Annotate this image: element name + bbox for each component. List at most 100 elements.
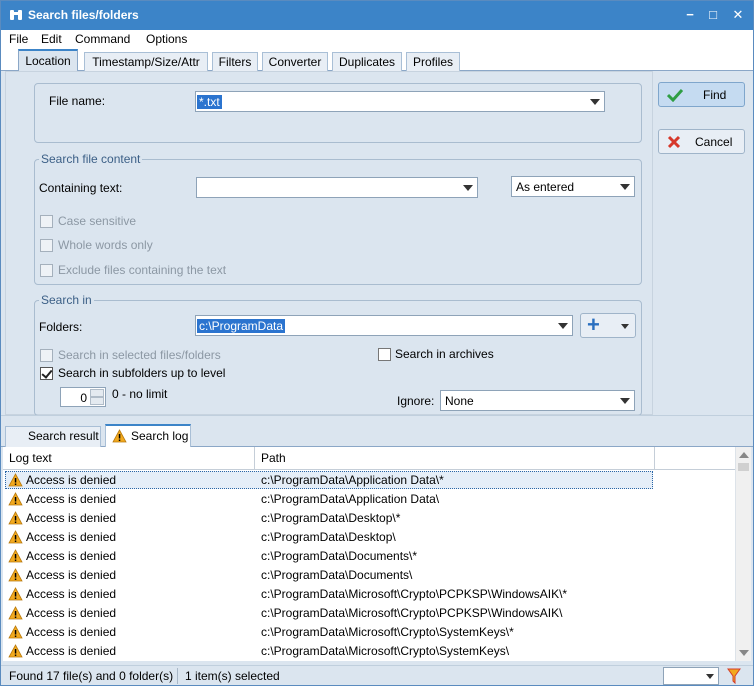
log-text-cell: Access is denied: [26, 511, 117, 525]
status-bar: Found 17 file(s) and 0 folder(s) 1 item(…: [1, 665, 753, 685]
warning-icon: [8, 530, 23, 544]
vertical-scrollbar[interactable]: [735, 447, 751, 661]
table-row[interactable]: Access is denied c:\ProgramData\Documents…: [3, 547, 735, 566]
warning-icon: [112, 429, 127, 443]
chevron-down-icon[interactable]: [558, 323, 568, 329]
tab-timestamp[interactable]: Timestamp/Size/Attr: [84, 52, 208, 72]
folders-label: Folders:: [39, 320, 83, 334]
ignore-select[interactable]: None: [440, 390, 635, 411]
case-sensitive-checkbox[interactable]: [40, 215, 53, 228]
tab-search-log[interactable]: Search log: [105, 424, 191, 447]
containing-text-combo[interactable]: [196, 177, 478, 198]
menu-file[interactable]: File: [9, 32, 28, 46]
location-panel: File name: *.txt Search file content Con…: [5, 71, 653, 416]
table-row[interactable]: Access is denied c:\ProgramData\Microsoft…: [3, 642, 735, 661]
table-row[interactable]: Access is denied c:\ProgramData\Microsoft…: [3, 585, 735, 604]
cancel-button[interactable]: Cancel: [658, 129, 745, 154]
file-name-combo[interactable]: *.txt: [195, 91, 605, 112]
level-hint: 0 - no limit: [112, 387, 168, 401]
tab-filters[interactable]: Filters: [212, 52, 258, 72]
path-cell: c:\ProgramData\Microsoft\Crypto\SystemKe…: [261, 625, 514, 639]
table-row[interactable]: Access is denied c:\ProgramData\Microsoft…: [3, 604, 735, 623]
level-spinner[interactable]: 0: [60, 387, 106, 407]
tab-converter[interactable]: Converter: [262, 52, 328, 72]
tab-search-log-label: Search log: [131, 429, 189, 443]
menu-options[interactable]: Options: [146, 32, 187, 46]
search-log-table: Log text Path Access is denied c:\Program…: [3, 447, 735, 661]
warning-icon: [8, 625, 23, 639]
scroll-down-icon[interactable]: [739, 650, 749, 657]
chevron-down-icon[interactable]: [620, 184, 630, 190]
search-in-group: Search in Folders: c:\ProgramData + Sear…: [34, 293, 642, 416]
table-row[interactable]: Access is denied c:\ProgramData\Desktop\: [3, 528, 735, 547]
spin-up-button[interactable]: [90, 389, 104, 397]
table-header: Log text Path: [3, 447, 735, 470]
title-bar: Search files/folders − □ ✕: [1, 1, 753, 30]
match-mode-value: As entered: [516, 180, 575, 194]
log-text-cell: Access is denied: [26, 568, 117, 582]
scroll-thumb[interactable]: [738, 463, 749, 471]
level-value: 0: [80, 391, 87, 405]
filter-select[interactable]: [663, 667, 719, 685]
close-button[interactable]: ✕: [727, 5, 749, 25]
log-text-cell: Access is denied: [26, 473, 117, 487]
containing-text-label: Containing text:: [39, 181, 123, 195]
whole-words-checkbox[interactable]: [40, 239, 53, 252]
warning-icon: [8, 511, 23, 525]
table-row[interactable]: Access is denied c:\ProgramData\Documents…: [3, 566, 735, 585]
find-button[interactable]: Find: [658, 82, 745, 107]
path-cell: c:\ProgramData\Microsoft\Crypto\PCPKSP\W…: [261, 587, 568, 601]
log-text-cell: Access is denied: [26, 530, 117, 544]
minimize-button[interactable]: −: [679, 5, 701, 25]
case-sensitive-label: Case sensitive: [58, 214, 137, 228]
subfolders-checkbox[interactable]: [40, 367, 53, 380]
log-text-cell: Access is denied: [26, 587, 117, 601]
menu-edit[interactable]: Edit: [41, 32, 62, 46]
archives-checkbox[interactable]: [378, 348, 391, 361]
spin-down-button[interactable]: [90, 397, 104, 405]
warning-icon: [8, 492, 23, 506]
chevron-down-icon[interactable]: [463, 185, 473, 191]
checkmark-icon: [667, 88, 683, 102]
menu-command[interactable]: Command: [75, 32, 130, 46]
cancel-label: Cancel: [695, 135, 733, 149]
column-log-text[interactable]: Log text: [3, 447, 255, 470]
table-row[interactable]: Access is denied c:\ProgramData\Applicati…: [3, 490, 735, 509]
tab-profiles[interactable]: Profiles: [406, 52, 460, 72]
log-text-cell: Access is denied: [26, 606, 117, 620]
table-row[interactable]: Access is denied c:\ProgramData\Microsoft…: [3, 623, 735, 642]
path-cell: c:\ProgramData\Documents\: [261, 568, 413, 582]
maximize-button[interactable]: □: [702, 5, 724, 25]
folders-value: c:\ProgramData: [197, 319, 286, 333]
archives-label: Search in archives: [395, 347, 494, 361]
exclude-text-label: Exclude files containing the text: [58, 263, 227, 277]
binoculars-icon: [10, 10, 22, 20]
chevron-down-icon[interactable]: [706, 674, 714, 679]
exclude-text-checkbox[interactable]: [40, 264, 53, 277]
scroll-up-icon[interactable]: [739, 451, 749, 458]
warning-icon: [8, 587, 23, 601]
column-path[interactable]: Path: [255, 447, 655, 470]
chevron-down-icon[interactable]: [590, 99, 600, 105]
content-group: Search file content Containing text: As …: [34, 152, 642, 285]
table-row[interactable]: Access is denied c:\ProgramData\Desktop\*: [3, 509, 735, 528]
status-found: Found 17 file(s) and 0 folder(s): [9, 669, 174, 683]
add-folder-button[interactable]: +: [580, 313, 636, 338]
file-name-group: File name: *.txt: [34, 83, 642, 143]
match-mode-select[interactable]: As entered: [511, 176, 635, 197]
tab-duplicates[interactable]: Duplicates: [332, 52, 402, 72]
filter-icon[interactable]: [727, 668, 741, 684]
tab-search-result[interactable]: Search result: [5, 426, 101, 447]
path-cell: c:\ProgramData\Application Data\*: [261, 473, 444, 487]
tab-location[interactable]: Location: [18, 49, 78, 72]
file-name-label: File name:: [49, 94, 106, 108]
chevron-down-icon[interactable]: [620, 398, 630, 404]
table-row[interactable]: Access is denied c:\ProgramData\Applicati…: [3, 471, 735, 490]
chevron-down-icon[interactable]: [621, 324, 629, 329]
file-name-value: *.txt: [197, 95, 222, 109]
panel-splitter[interactable]: [1, 415, 753, 423]
folders-combo[interactable]: c:\ProgramData: [195, 315, 573, 336]
selected-files-checkbox[interactable]: [40, 349, 53, 362]
warning-icon: [8, 606, 23, 620]
log-text-cell: Access is denied: [26, 492, 117, 506]
